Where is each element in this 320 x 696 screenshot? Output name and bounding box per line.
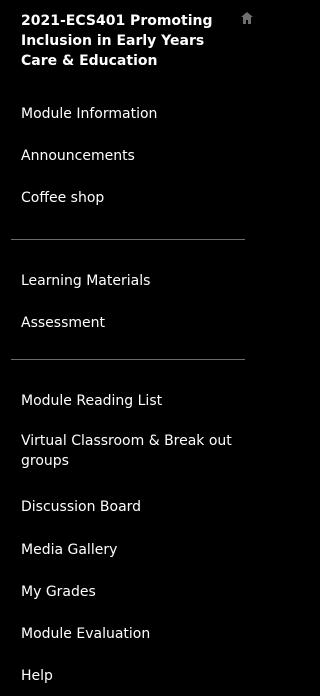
menu-divider (11, 239, 245, 240)
menu-item-announcements[interactable]: Announcements (21, 146, 135, 166)
home-icon[interactable] (240, 10, 254, 24)
menu-item-assessment[interactable]: Assessment (21, 313, 105, 333)
menu-item-module-information[interactable]: Module Information (21, 104, 157, 124)
course-menu: 2021-ECS401 Promoting Inclusion in Early… (0, 0, 259, 696)
menu-item-module-reading-list[interactable]: Module Reading List (21, 391, 162, 411)
menu-item-coffee-shop[interactable]: Coffee shop (21, 188, 104, 208)
menu-item-module-evaluation[interactable]: Module Evaluation (21, 624, 150, 644)
menu-item-media-gallery[interactable]: Media Gallery (21, 540, 117, 560)
menu-divider (11, 359, 245, 360)
menu-item-help[interactable]: Help (21, 666, 53, 686)
menu-item-discussion-board[interactable]: Discussion Board (21, 497, 141, 517)
menu-item-my-grades[interactable]: My Grades (21, 582, 96, 602)
menu-item-virtual-classroom[interactable]: Virtual Classroom & Break out groups (21, 431, 241, 471)
course-title[interactable]: 2021-ECS401 Promoting Inclusion in Early… (21, 11, 235, 71)
menu-item-learning-materials[interactable]: Learning Materials (21, 271, 150, 291)
